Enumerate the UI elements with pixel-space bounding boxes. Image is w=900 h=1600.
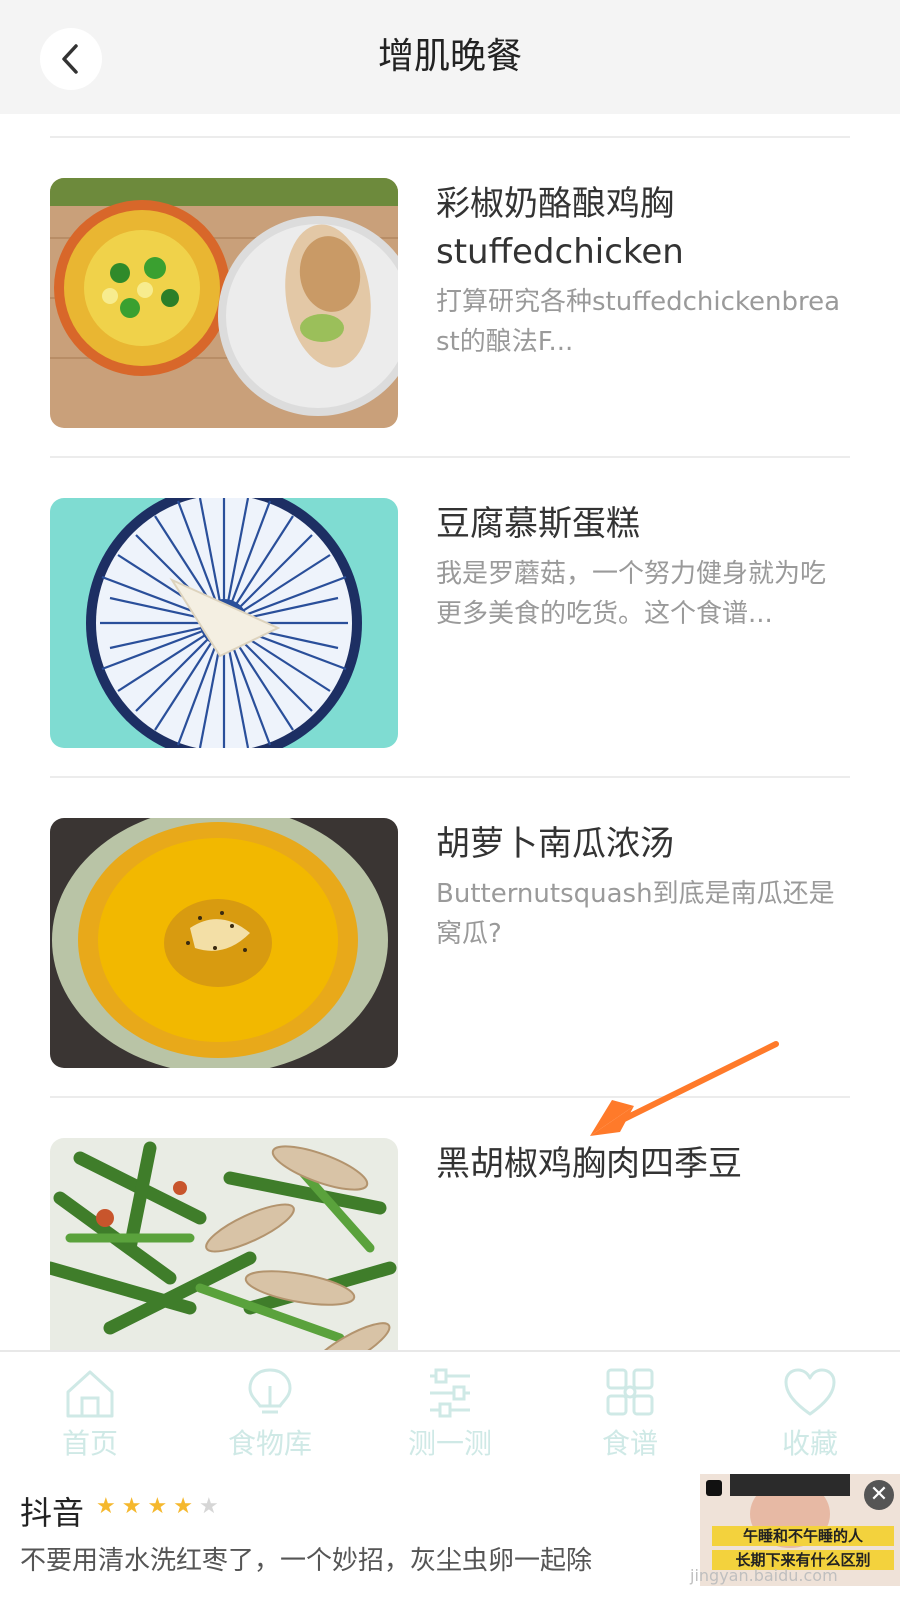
recipe-image-chicken-beans (50, 1138, 398, 1350)
recipe-description: Butternutsquash到底是南瓜还是窝瓜? (436, 879, 835, 949)
recipe-title: 胡萝卜南瓜浓汤 (436, 824, 674, 864)
tab-label: 食物库 (227, 1427, 312, 1460)
ad-text: 不要用清水洗红枣了，一个妙招，灰尘虫卵一起除 (20, 1546, 593, 1576)
divider (50, 136, 850, 138)
recipe-description: 打算研究各种stuffedchickenbreast的酿法F... (436, 287, 841, 357)
star-icon: ★ (198, 1494, 225, 1519)
tab-favorites[interactable]: 收藏 (720, 1366, 900, 1466)
tab-recipes[interactable]: 食谱 (540, 1366, 720, 1466)
tab-test[interactable]: 测一测 (360, 1366, 540, 1466)
star-icon: ★ (121, 1494, 148, 1519)
page-title: 增肌晚餐 (377, 36, 522, 77)
sliders-icon (430, 1368, 470, 1418)
star-icon: ★ (147, 1494, 174, 1519)
recipe-title: 豆腐慕斯蛋糕 (436, 504, 640, 544)
top-nav-bar: 增肌晚餐 (0, 0, 900, 114)
tab-label: 测一测 (407, 1427, 492, 1460)
recipe-list[interactable]: 彩椒奶酪酿鸡胸stuffedchicken 打算研究各种stuffedchick… (0, 114, 900, 1350)
lightbulb-icon (248, 1368, 292, 1414)
bottom-tab-bar: 首页 食物库 测一测 食谱 收藏 (0, 1350, 900, 1476)
tab-label: 收藏 (781, 1427, 838, 1460)
heart-icon (784, 1368, 836, 1416)
ad-close-button[interactable]: ✕ (864, 1480, 894, 1510)
tab-food-library[interactable]: 食物库 (180, 1366, 360, 1466)
ad-thumb-text: 午睡和不午睡的人 (712, 1526, 894, 1546)
home-icon (66, 1370, 114, 1418)
annotation-arrow-icon (590, 1041, 779, 1136)
recipe-title: 彩椒奶酪酿鸡胸stuffedchicken (436, 184, 684, 272)
ad-rating: ★★★★★ (96, 1494, 225, 1519)
recipe-card[interactable]: 豆腐慕斯蛋糕 我是罗蘑菇，一个努力健身就为吃更多美食的吃货。这个食谱... (50, 498, 850, 748)
recipe-card[interactable]: 胡萝卜南瓜浓汤 Butternutsquash到底是南瓜还是窝瓜? (50, 818, 850, 1068)
ad-brand: 抖音 (20, 1494, 85, 1532)
divider (50, 456, 850, 458)
recipe-image-stuffed-chicken (50, 178, 398, 428)
recipe-card[interactable]: 黑胡椒鸡胸肉四季豆 (50, 1138, 850, 1350)
grid-icon (606, 1368, 654, 1416)
star-icon: ★ (96, 1494, 122, 1519)
chevron-left-icon (62, 44, 78, 74)
star-icon: ★ (173, 1494, 199, 1519)
watermark: jingyan.baidu.com (690, 1566, 838, 1585)
tab-home[interactable]: 首页 (0, 1366, 180, 1466)
recipe-image-tofu-mousse (50, 498, 398, 748)
tab-label: 首页 (61, 1427, 118, 1460)
ad-banner[interactable]: 抖音 ★★★★★ 不要用清水洗红枣了，一个妙招，灰尘虫卵一起除 ✕ 午睡和不午睡… (0, 1474, 900, 1600)
recipe-description: 我是罗蘑菇，一个努力健身就为吃更多美食的吃货。这个食谱... (436, 559, 827, 629)
recipe-image-pumpkin-soup (50, 818, 398, 1068)
back-button[interactable] (40, 28, 102, 90)
tab-label: 食谱 (601, 1427, 658, 1460)
divider (50, 776, 850, 778)
recipe-card[interactable]: 彩椒奶酪酿鸡胸stuffedchicken 打算研究各种stuffedchick… (50, 178, 850, 428)
recipe-title: 黑胡椒鸡胸肉四季豆 (436, 1144, 742, 1184)
